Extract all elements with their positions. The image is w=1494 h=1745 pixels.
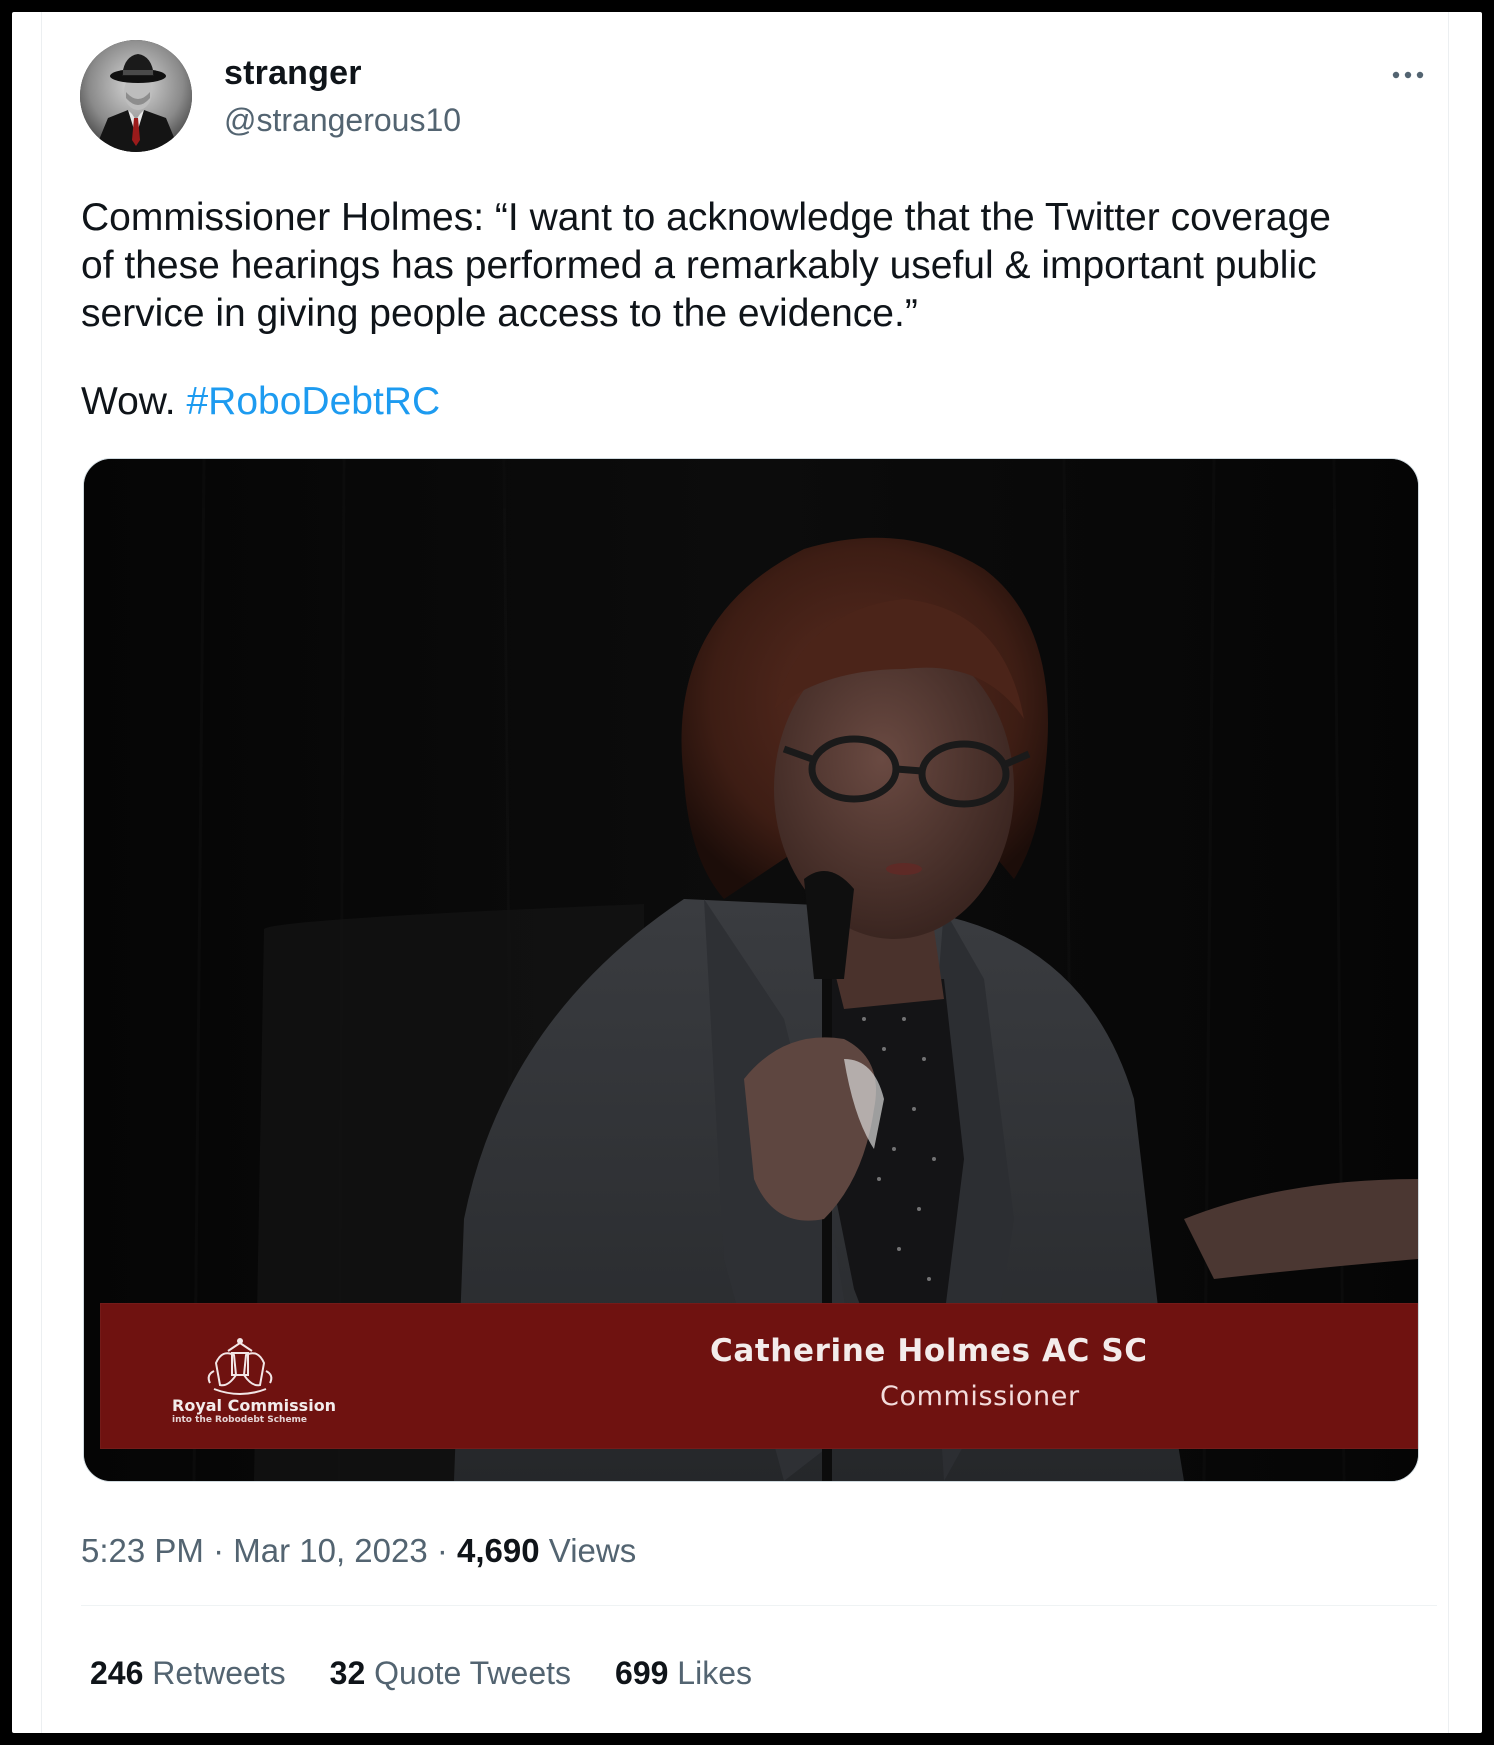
likes-count: 699 [615,1655,669,1691]
views-count: 4,690 [457,1532,540,1569]
views-label: Views [539,1532,637,1569]
meta-separator: · [203,1532,234,1569]
quote-tweets-count: 32 [329,1655,366,1691]
retweets-count: 246 [90,1655,144,1691]
retweets-stat[interactable]: 246 Retweets [90,1655,286,1692]
commission-subtitle: into the Robodebt Scheme [172,1415,308,1425]
column-border-right [1448,12,1449,1733]
likes-stat[interactable]: 699 Likes [615,1655,752,1692]
engagement-stats: 246 Retweets 32 Quote Tweets 699 Likes [90,1655,752,1692]
quote-tweets-stat[interactable]: 32 Quote Tweets [330,1655,571,1692]
author-display-name[interactable]: stranger [224,54,362,93]
more-options-button[interactable] [1382,60,1434,90]
likes-label: Likes [668,1655,752,1691]
more-horizontal-icon [1392,71,1424,79]
tweet-card: stranger @strangerous10 Commissioner Hol… [12,12,1482,1733]
avatar[interactable] [80,40,192,152]
lower-third-role: Commissioner [880,1381,1080,1412]
avatar-image [80,40,192,152]
retweets-label: Retweets [143,1655,286,1691]
divider [81,1605,1437,1606]
tweet-text-line2: Wow. #RoboDebtRC [81,380,440,424]
tweet-time[interactable]: 5:23 PM [81,1532,204,1569]
hashtag-link[interactable]: #RoboDebtRC [186,380,440,423]
author-handle[interactable]: @strangerous10 [224,102,461,139]
commission-name: Royal Commission [172,1396,337,1415]
tweet-text: Commissioner Holmes: “I want to acknowle… [81,196,1331,335]
tweet-media[interactable]: Royal Commission into the Robodebt Schem… [83,458,1419,1482]
tweet-meta: 5:23 PM · Mar 10, 2023 · 4,690 Views [81,1532,636,1570]
quote-tweets-label: Quote Tweets [365,1655,572,1691]
lower-third-banner: Royal Commission into the Robodebt Schem… [100,1303,1418,1449]
column-border-left [41,12,42,1733]
tweet-text-prefix: Wow. [81,380,187,423]
tweet-date[interactable]: Mar 10, 2023 [233,1532,427,1569]
lower-third-name: Catherine Holmes AC SC [710,1333,1148,1369]
meta-separator: · [427,1532,458,1569]
